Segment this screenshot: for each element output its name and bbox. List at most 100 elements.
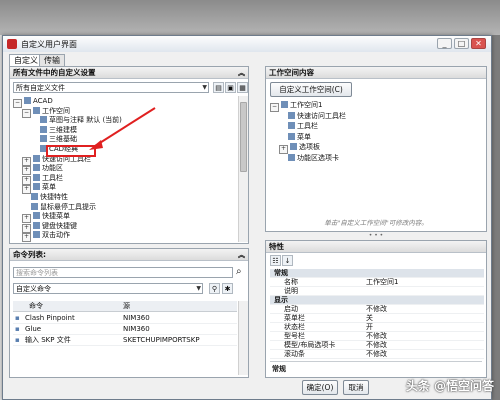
property-value[interactable]: 不修改 — [366, 305, 387, 314]
collapse-up-icon[interactable]: ︽ — [238, 249, 245, 261]
command-filter-value: 自定义命令 — [16, 285, 51, 293]
open-file-button[interactable]: ▤ — [213, 82, 224, 93]
expand-icon[interactable]: + — [22, 233, 31, 242]
node-icon — [31, 135, 38, 142]
tree-item-label: 工具栏 — [297, 122, 318, 130]
find-replace-button[interactable]: ⚲ — [209, 283, 220, 294]
property-row[interactable]: 菜单栏 关 — [270, 314, 484, 323]
tree-item-label: 菜单 — [42, 183, 56, 192]
find-icon: ⚲ — [211, 285, 218, 293]
tree-item-label: 双击动作 — [42, 231, 70, 240]
property-value[interactable]: 工作空间1 — [366, 278, 398, 287]
partial-customization-icon: ▦ — [239, 84, 246, 92]
command-list-header: 命令列表: ︽ — [10, 249, 248, 261]
properties-title: 特性 — [269, 242, 284, 251]
folder-icon — [33, 231, 40, 239]
tree-item[interactable]: − ACAD — [13, 96, 53, 108]
partial-file-button[interactable]: ▦ — [237, 82, 248, 93]
command-scrollbar[interactable] — [238, 301, 248, 375]
autocad-logo-icon — [7, 39, 17, 49]
command-search-input[interactable]: 搜索命令列表 — [13, 267, 233, 278]
tree-item[interactable]: 菜单 — [279, 132, 311, 142]
property-row[interactable]: 启动 不修改 — [270, 305, 484, 314]
property-row[interactable]: 型号栏 不修改 — [270, 332, 484, 341]
property-row[interactable]: 名称 工作空间1 — [270, 278, 484, 287]
tree-item[interactable]: 快速访问工具栏 — [279, 111, 346, 121]
tree-item[interactable]: + 快捷菜单 — [22, 211, 70, 224]
tree-item[interactable]: + 双击动作 — [22, 230, 70, 242]
tree-item[interactable]: + 选项板 — [279, 142, 320, 154]
tree-item-label: 鼠标悬停工具提示 — [40, 202, 96, 211]
column-header-command[interactable]: 命令 — [29, 301, 43, 312]
collapse-up-icon[interactable]: ︽ — [238, 67, 245, 79]
tab-transfer[interactable]: 传输 — [39, 54, 65, 66]
property-row[interactable]: 状态栏 开 — [270, 323, 484, 332]
save-button[interactable]: ▣ — [225, 82, 236, 93]
tree-item-label: ACAD — [33, 97, 53, 105]
tree-item[interactable]: − 工作空间 — [22, 106, 70, 118]
property-value[interactable]: 开 — [366, 323, 373, 332]
property-value[interactable]: 关 — [366, 314, 373, 323]
categorized-icon: ☷ — [272, 257, 279, 265]
collapse-icon[interactable]: − — [22, 108, 31, 118]
tree-item-label: 功能区 — [42, 164, 63, 173]
background-titlebar — [0, 0, 500, 35]
tree-item[interactable]: + 功能区 — [22, 163, 63, 176]
tree-item[interactable]: 鼠标悬停工具提示 — [22, 202, 96, 212]
folder-icon — [288, 153, 295, 161]
tree-item[interactable]: 三维建模 — [31, 125, 77, 135]
tree-item[interactable]: 功能区选项卡 — [279, 153, 339, 163]
folder-icon — [288, 132, 295, 140]
table-row[interactable]: ▪ 输入 SKP 文件 SKETCHUPIMPORTSKP — [13, 335, 237, 346]
property-value[interactable]: 不修改 — [366, 350, 387, 359]
tree-item[interactable]: 三维基础 — [31, 134, 77, 144]
search-icon[interactable]: ⌕ — [236, 266, 242, 277]
tree-item[interactable]: 快捷特性 — [22, 192, 68, 202]
ok-button[interactable]: 确定(O) — [302, 380, 338, 395]
table-row[interactable]: ▪ Glue NIM360 — [13, 324, 237, 335]
background-edge — [492, 35, 500, 400]
property-name: 说明 — [284, 287, 298, 295]
collapse-icon[interactable]: − — [270, 103, 279, 112]
column-header-source[interactable]: 源 — [123, 301, 130, 312]
watermark-text: 头条 @悟空问答 — [405, 379, 494, 393]
command-source: NIM360 — [123, 314, 150, 322]
property-value[interactable]: 不修改 — [366, 332, 387, 341]
close-button[interactable]: ✕ — [471, 38, 486, 49]
property-row[interactable]: 模型/布局选项卡 不修改 — [270, 341, 484, 350]
tree-item[interactable]: − 工作空间1 — [270, 100, 323, 112]
table-row[interactable]: ▪ Clash Pinpoint NIM360 — [13, 313, 237, 324]
tree-item-label: 工作空间1 — [290, 101, 323, 109]
command-filter-dropdown[interactable]: 自定义命令 ▼ — [13, 283, 203, 294]
tree-item-label: 选项板 — [299, 143, 320, 151]
cancel-button[interactable]: 取消 — [343, 380, 369, 395]
property-category[interactable]: 显示 — [270, 296, 484, 305]
customization-file-dropdown[interactable]: 所有自定义文件 ▼ — [13, 82, 209, 93]
property-category[interactable]: 常规 — [270, 269, 484, 278]
tree-scrollbar[interactable] — [238, 96, 248, 242]
chevron-down-icon: ▼ — [196, 285, 201, 292]
property-value[interactable]: 不修改 — [366, 341, 387, 350]
folder-icon — [33, 106, 40, 114]
tree-scrollbar-thumb[interactable] — [240, 102, 247, 172]
property-row[interactable]: 说明 — [270, 287, 484, 296]
tree-item[interactable]: + 工具栏 — [22, 173, 63, 185]
maximize-button[interactable]: □ — [454, 38, 469, 49]
minimize-button[interactable]: _ — [437, 38, 452, 49]
new-command-button[interactable]: ✱ — [222, 283, 233, 294]
customize-workspace-button[interactable]: 自定义工作空间(C) — [270, 82, 352, 97]
categorized-button[interactable]: ☷ — [270, 255, 281, 266]
tree-item[interactable]: + 键盘快捷键 — [22, 221, 77, 233]
tree-item[interactable]: 工具栏 — [279, 121, 318, 131]
property-name: 启动 — [284, 305, 298, 313]
collapse-icon[interactable]: − — [13, 99, 22, 108]
node-icon — [31, 116, 38, 123]
workspace-tree: − 工作空间1 快速访问工具栏 工具栏菜单 + 选项板 功能区选项卡 — [270, 100, 480, 200]
alphabetical-button[interactable]: ↓ — [282, 255, 293, 266]
property-row[interactable]: 滚动条 不修改 — [270, 350, 484, 359]
splitter-handle[interactable]: • • • — [265, 233, 487, 239]
command-source: NIM360 — [123, 325, 150, 333]
tree-item[interactable]: + 菜单 — [22, 182, 56, 195]
command-list-panel: 命令列表: ︽ 搜索命令列表 ⌕ 自定义命令 ▼ ⚲ ✱ 命令 源 ▪ Clash… — [9, 248, 249, 378]
tab-customize[interactable]: 自定义 — [9, 54, 43, 66]
